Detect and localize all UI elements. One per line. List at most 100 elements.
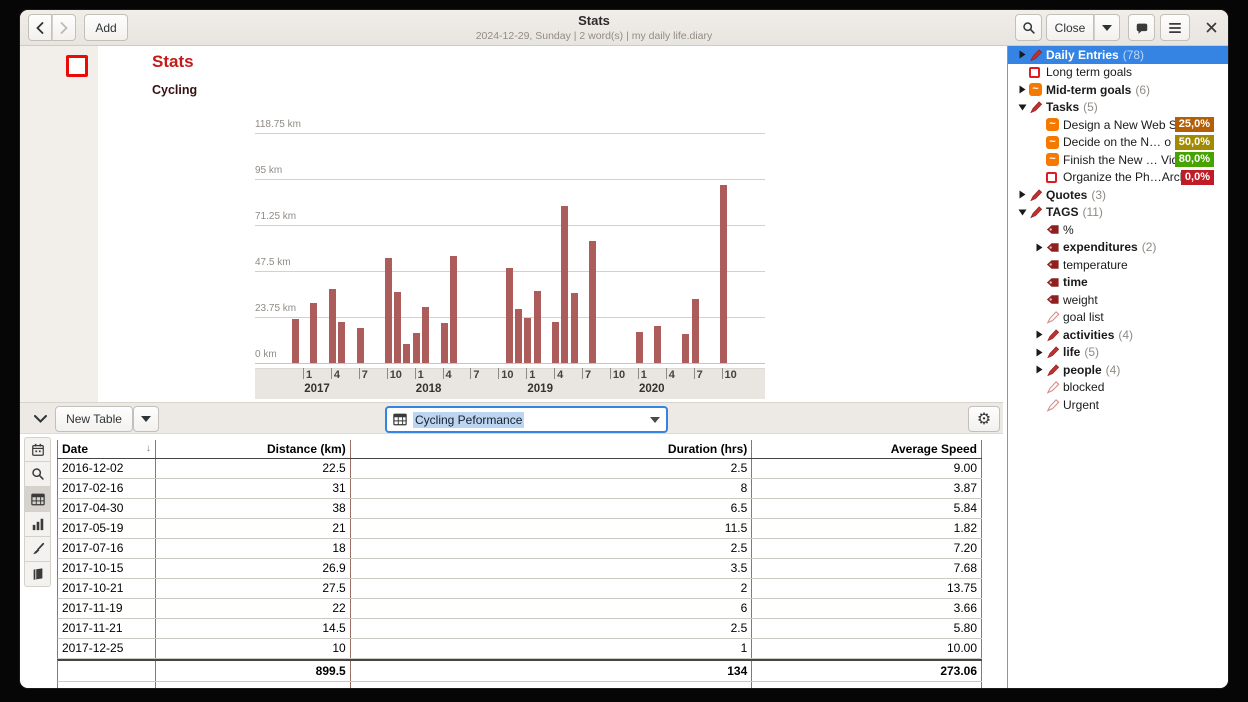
tree-item-mid-term-goals[interactable]: ~Mid-term goals(6) [1008, 81, 1228, 99]
journal-panel-button[interactable] [24, 562, 51, 587]
table-cell[interactable]: 3.87 [752, 479, 982, 498]
table-cell[interactable]: 7.20 [752, 539, 982, 558]
expander-right-icon[interactable] [1032, 365, 1046, 374]
tree-item-weight[interactable]: weight [1008, 291, 1228, 309]
x-axis-tick-label: 10 [725, 369, 737, 381]
table-cell[interactable]: 3.5 [351, 559, 753, 578]
table-cell[interactable]: 2 [351, 579, 753, 598]
table-cell[interactable]: 21 [156, 519, 351, 538]
table-cell[interactable]: 2016-12-02 [58, 459, 156, 478]
table-header-row: Date↓Distance (km)Duration (hrs)Average … [57, 440, 982, 459]
table-cell[interactable]: 14.5 [156, 619, 351, 638]
table-cell[interactable]: 3.66 [752, 599, 982, 618]
tree-item-blocked[interactable]: blocked [1008, 379, 1228, 397]
expander-right-icon[interactable] [1015, 85, 1029, 94]
table-cell[interactable]: 31 [156, 479, 351, 498]
column-header-date[interactable]: Date↓ [58, 440, 156, 458]
table-cell[interactable]: 7.68 [752, 559, 982, 578]
table-cell[interactable]: 2017-10-21 [58, 579, 156, 598]
tree-item-time[interactable]: time [1008, 274, 1228, 292]
table-cell[interactable]: 2017-11-19 [58, 599, 156, 618]
table-row: 2017-02-163183.87 [57, 479, 982, 499]
search-panel-button[interactable] [24, 462, 51, 487]
tree-item-tasks[interactable]: Tasks(5) [1008, 99, 1228, 117]
expander-right-icon[interactable] [1015, 190, 1029, 199]
column-header-distance-km[interactable]: Distance (km) [156, 440, 351, 458]
search-button[interactable] [1015, 14, 1042, 41]
table-panel-button[interactable] [24, 487, 51, 512]
table-cell[interactable]: 22.5 [156, 459, 351, 478]
expander-right-icon[interactable] [1032, 348, 1046, 357]
tree-item-activities[interactable]: activities(4) [1008, 326, 1228, 344]
expander-right-icon[interactable] [1015, 50, 1029, 59]
tree-item-quotes[interactable]: Quotes(3) [1008, 186, 1228, 204]
table-cell[interactable]: 2017-12-25 [58, 639, 156, 658]
table-cell[interactable]: 2.5 [351, 619, 753, 638]
table-cell[interactable]: 6 [351, 599, 753, 618]
close-entry-button[interactable]: Close [1046, 14, 1094, 41]
table-settings-button[interactable]: ⚙ [968, 406, 1000, 432]
expander-down-icon[interactable] [1015, 209, 1029, 216]
tree-item-daily-entries[interactable]: Daily Entries(78) [1008, 46, 1228, 64]
collapse-panel-button[interactable] [28, 406, 52, 432]
table-cell[interactable]: 22 [156, 599, 351, 618]
tree-item-expenditures[interactable]: expenditures(2) [1008, 239, 1228, 257]
tree-item-[interactable]: % [1008, 221, 1228, 239]
column-header-average-speed[interactable]: Average Speed [752, 440, 982, 458]
tree-item-organize-the-ph-archive[interactable]: Organize the Ph…Archive0,0% [1008, 169, 1228, 187]
table-cell[interactable]: 2017-10-15 [58, 559, 156, 578]
tree-item-tags[interactable]: TAGS(11) [1008, 204, 1228, 222]
table-cell[interactable]: 6.5 [351, 499, 753, 518]
chart-bar [441, 323, 448, 363]
table-cell[interactable]: 5.84 [752, 499, 982, 518]
forward-button[interactable] [52, 14, 76, 41]
window-close-button[interactable] [1200, 14, 1222, 41]
table-selector-combo[interactable]: Cycling Peformance [385, 406, 668, 433]
table-cell[interactable]: 10.00 [752, 639, 982, 658]
paint-panel-button[interactable] [24, 537, 51, 562]
table-cell[interactable]: 2017-07-16 [58, 539, 156, 558]
table-cell[interactable]: 11.5 [351, 519, 753, 538]
table-cell[interactable]: 10 [156, 639, 351, 658]
progress-badge: 80,0% [1175, 152, 1214, 167]
back-button[interactable] [28, 14, 52, 41]
calendar-panel-button[interactable] [24, 437, 51, 462]
tree-item-long-term-goals[interactable]: Long term goals [1008, 64, 1228, 82]
table-cell[interactable]: 2017-04-30 [58, 499, 156, 518]
tree-item-decide-on-the-n-o-buy[interactable]: ~Decide on the N… o Buy50,0% [1008, 134, 1228, 152]
tree-item-people[interactable]: people(4) [1008, 361, 1228, 379]
tree-item-urgent[interactable]: Urgent [1008, 396, 1228, 414]
table-cell[interactable]: 1.82 [752, 519, 982, 538]
tree-item-design-a-new-web-site[interactable]: ~Design a New Web Site25,0% [1008, 116, 1228, 134]
table-cell[interactable]: 2017-02-16 [58, 479, 156, 498]
add-button[interactable]: Add [84, 14, 128, 41]
column-header-duration-hrs[interactable]: Duration (hrs) [351, 440, 753, 458]
table-cell[interactable]: 27.5 [156, 579, 351, 598]
table-cell[interactable]: 1 [351, 639, 753, 658]
table-cell[interactable]: 9.00 [752, 459, 982, 478]
table-cell[interactable]: 18 [156, 539, 351, 558]
table-cell[interactable]: 5.80 [752, 619, 982, 638]
expander-down-icon[interactable] [1015, 104, 1029, 111]
table-cell[interactable]: 38 [156, 499, 351, 518]
tree-item-temperature[interactable]: temperature [1008, 256, 1228, 274]
bar-chart-panel-button[interactable] [24, 512, 51, 537]
expander-right-icon[interactable] [1032, 243, 1046, 252]
tree-item-finish-the-new-video[interactable]: ~Finish the New … Video80,0% [1008, 151, 1228, 169]
comments-button[interactable] [1128, 14, 1155, 41]
new-table-button[interactable]: New Table [55, 406, 133, 432]
table-cell[interactable]: 2017-05-19 [58, 519, 156, 538]
menu-button[interactable] [1160, 14, 1190, 41]
tree-item-life[interactable]: life(5) [1008, 344, 1228, 362]
table-cell[interactable]: 2.5 [351, 539, 753, 558]
close-dropdown-button[interactable] [1094, 14, 1120, 41]
table-cell[interactable]: 2017-11-21 [58, 619, 156, 638]
tree-item-goal-list[interactable]: goal list [1008, 309, 1228, 327]
new-table-dropdown-button[interactable] [133, 406, 159, 432]
table-cell[interactable]: 8 [351, 479, 753, 498]
table-cell[interactable]: 2.5 [351, 459, 753, 478]
table-cell[interactable]: 13.75 [752, 579, 982, 598]
tree-item-label: temperature [1063, 258, 1128, 272]
expander-right-icon[interactable] [1032, 330, 1046, 339]
table-cell[interactable]: 26.9 [156, 559, 351, 578]
